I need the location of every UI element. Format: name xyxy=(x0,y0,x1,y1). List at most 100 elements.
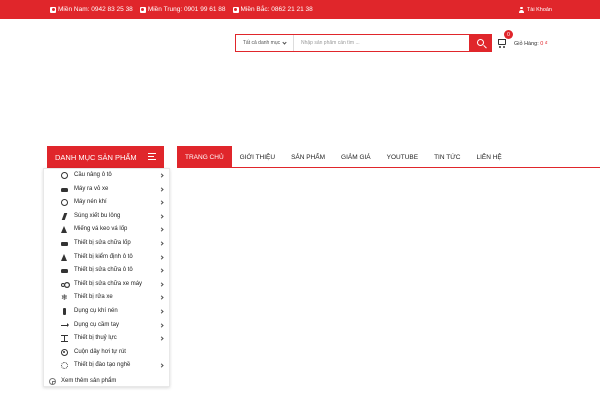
chevron-right-icon xyxy=(159,282,164,287)
nav-sale[interactable]: GIẢM GIÁ xyxy=(333,146,379,168)
category-list: Cầu nâng ô tô Máy ra vỏ xe Máy nén khí S… xyxy=(43,168,170,387)
category-item-label: Thiết bị đào tạo nghề xyxy=(74,362,131,369)
snowflake-icon: ❄ xyxy=(61,293,68,303)
chevron-right-icon xyxy=(159,200,164,205)
hotline-north[interactable]: Miền Bắc: 0862 21 21 38 xyxy=(232,6,313,13)
cart-label-text: Giỏ Hàng: xyxy=(514,41,539,47)
category-item-label: Dụng cụ khí nén xyxy=(74,308,118,314)
category-item-car-wash[interactable]: ❄ Thiết bị rửa xe xyxy=(44,291,169,304)
hourglass-icon xyxy=(61,335,68,343)
category-item-lift[interactable]: Cầu nâng ô tô xyxy=(44,169,169,182)
cart-count-badge: 0 xyxy=(504,30,513,39)
category-item-tire-patch[interactable]: Miếng vá keo vá lốp xyxy=(44,223,169,236)
category-item-label: Thiết bị thuỷ lực xyxy=(74,335,117,342)
nav-home[interactable]: TRANG CHỦ xyxy=(177,146,232,168)
chevron-right-icon xyxy=(159,309,164,314)
top-bar: Miền Nam: 0942 83 25 38 Miền Trung: 0901… xyxy=(0,0,600,19)
chevron-right-icon xyxy=(159,254,164,260)
hotline-list: Miền Nam: 0942 83 25 38 Miền Trung: 0901… xyxy=(50,0,313,19)
gears-icon xyxy=(61,362,68,370)
chevron-down-icon xyxy=(282,40,287,45)
category-menu-title: DANH MỤC SẢN PHẨM xyxy=(55,152,137,162)
search-button[interactable] xyxy=(469,35,491,51)
menu-icon xyxy=(148,153,156,160)
category-item-impact-wrench[interactable]: Súng xiết bu lông xyxy=(44,210,169,223)
phone-icon xyxy=(232,6,239,13)
main-nav: TRANG CHỦ GIỚI THIỆU SẢN PHẨM GIẢM GIÁ Y… xyxy=(177,146,510,168)
nav-news[interactable]: TIN TỨC xyxy=(426,146,468,168)
cart[interactable]: 0 Giỏ Hàng: 0 ₫ xyxy=(496,30,552,54)
category-item-label: Thiết bị rửa xe xyxy=(74,294,113,301)
category-item-car-repair[interactable]: Thiết bị sửa chữa ô tô xyxy=(44,264,169,277)
category-item-label: Thiết bị kiểm định ô tô xyxy=(74,253,133,260)
cart-icon xyxy=(498,39,506,48)
category-item-hose-reel[interactable]: Cuộn dây hơi tự rút xyxy=(44,346,169,359)
nav-contact[interactable]: LIÊN HỆ xyxy=(468,146,509,168)
hotline-south[interactable]: Miền Nam: 0942 83 25 38 xyxy=(50,6,133,13)
search-bar: Tất cả danh mục xyxy=(235,34,492,52)
search-icon xyxy=(477,39,484,46)
phone-icon xyxy=(50,6,56,13)
category-item-label: Miếng vá keo vá lốp xyxy=(74,226,128,233)
cart-label: Giỏ Hàng: 0 ₫ xyxy=(514,41,548,47)
category-item-motorbike-repair[interactable]: Thiết bị sửa chữa xe máy xyxy=(44,278,169,291)
category-item-label: Cuộn dây hơi tự rút xyxy=(74,348,126,355)
category-item-label: Máy ra vỏ xe xyxy=(74,185,109,192)
category-item-inspection[interactable]: Thiết bị kiểm định ô tô xyxy=(44,251,169,264)
hotline-central-text: Miền Trung: 0901 99 61 88 xyxy=(147,6,226,13)
chevron-right-icon xyxy=(159,363,164,369)
view-more-products[interactable]: Xem thêm sản phẩm xyxy=(44,375,169,388)
nav-youtube[interactable]: YOUTUBE xyxy=(379,146,426,168)
arrow-right-icon xyxy=(61,322,69,328)
reel-icon xyxy=(61,348,68,356)
category-item-tire-changer[interactable]: Máy ra vỏ xe xyxy=(44,183,169,196)
chevron-right-icon xyxy=(159,214,164,219)
view-more-label: Xem thêm sản phẩm xyxy=(61,378,117,384)
cart-amount: 0 ₫ xyxy=(540,41,548,47)
chevron-right-icon xyxy=(159,268,164,273)
account-label: Tài Khoản xyxy=(526,6,552,13)
nav-products[interactable]: SẢN PHẨM xyxy=(283,146,333,168)
truck-icon xyxy=(61,242,68,246)
car-front-icon xyxy=(61,269,68,274)
air-gun-icon xyxy=(63,308,66,315)
category-item-hydraulic[interactable]: Thiết bị thuỷ lực xyxy=(44,332,169,345)
category-item-hand-tools[interactable]: Dụng cụ cầm tay xyxy=(44,319,169,332)
phone-icon xyxy=(139,6,146,13)
category-item-label: Thiết bị sửa chữa lốp xyxy=(74,240,131,246)
chevron-right-icon xyxy=(159,295,164,301)
chevron-right-icon xyxy=(159,322,164,328)
category-item-label: Máy nén khí xyxy=(74,199,107,206)
hotline-central[interactable]: Miền Trung: 0901 99 61 88 xyxy=(139,6,226,13)
category-item-label: Thiết bị sửa chữa xe máy xyxy=(74,280,143,287)
search-category-label: Tất cả danh mục xyxy=(242,40,281,46)
account-link[interactable]: Tài Khoản xyxy=(518,0,552,19)
category-item-compressor[interactable]: Máy nén khí xyxy=(44,196,169,209)
bolt-icon xyxy=(61,212,68,220)
category-item-label: Dụng cụ cầm tay xyxy=(74,321,120,328)
hotline-north-text: Miền Bắc: 0862 21 21 38 xyxy=(240,6,313,13)
car-icon xyxy=(61,187,68,192)
search-category-select[interactable]: Tất cả danh mục xyxy=(236,35,294,51)
flask-icon xyxy=(61,226,67,234)
motorbike-icon xyxy=(61,282,65,287)
nav-divider xyxy=(177,167,600,168)
user-icon xyxy=(518,6,524,13)
nav-about[interactable]: GIỚI THIỆU xyxy=(232,146,283,168)
category-item-training[interactable]: Thiết bị đào tạo nghề xyxy=(44,359,169,372)
chevron-right-icon xyxy=(159,336,164,341)
warning-icon xyxy=(61,253,67,261)
category-item-tire-repair[interactable]: Thiết bị sửa chữa lốp xyxy=(44,237,169,250)
category-item-label: Súng xiết bu lông xyxy=(74,212,121,219)
search-input[interactable] xyxy=(294,35,469,51)
category-item-label: Thiết bị sửa chữa ô tô xyxy=(74,267,133,274)
category-menu-toggle[interactable]: DANH MỤC SẢN PHẨM xyxy=(47,146,164,168)
category-item-pneumatic-tools[interactable]: Dụng cụ khí nén xyxy=(44,305,169,318)
chevron-right-icon xyxy=(159,173,164,178)
chevron-right-icon xyxy=(159,241,164,246)
hotline-south-text: Miền Nam: 0942 83 25 38 xyxy=(58,6,133,13)
plus-circle-icon xyxy=(49,378,56,385)
lift-icon xyxy=(61,172,68,179)
chevron-right-icon xyxy=(159,186,164,192)
compressor-icon xyxy=(61,199,68,207)
